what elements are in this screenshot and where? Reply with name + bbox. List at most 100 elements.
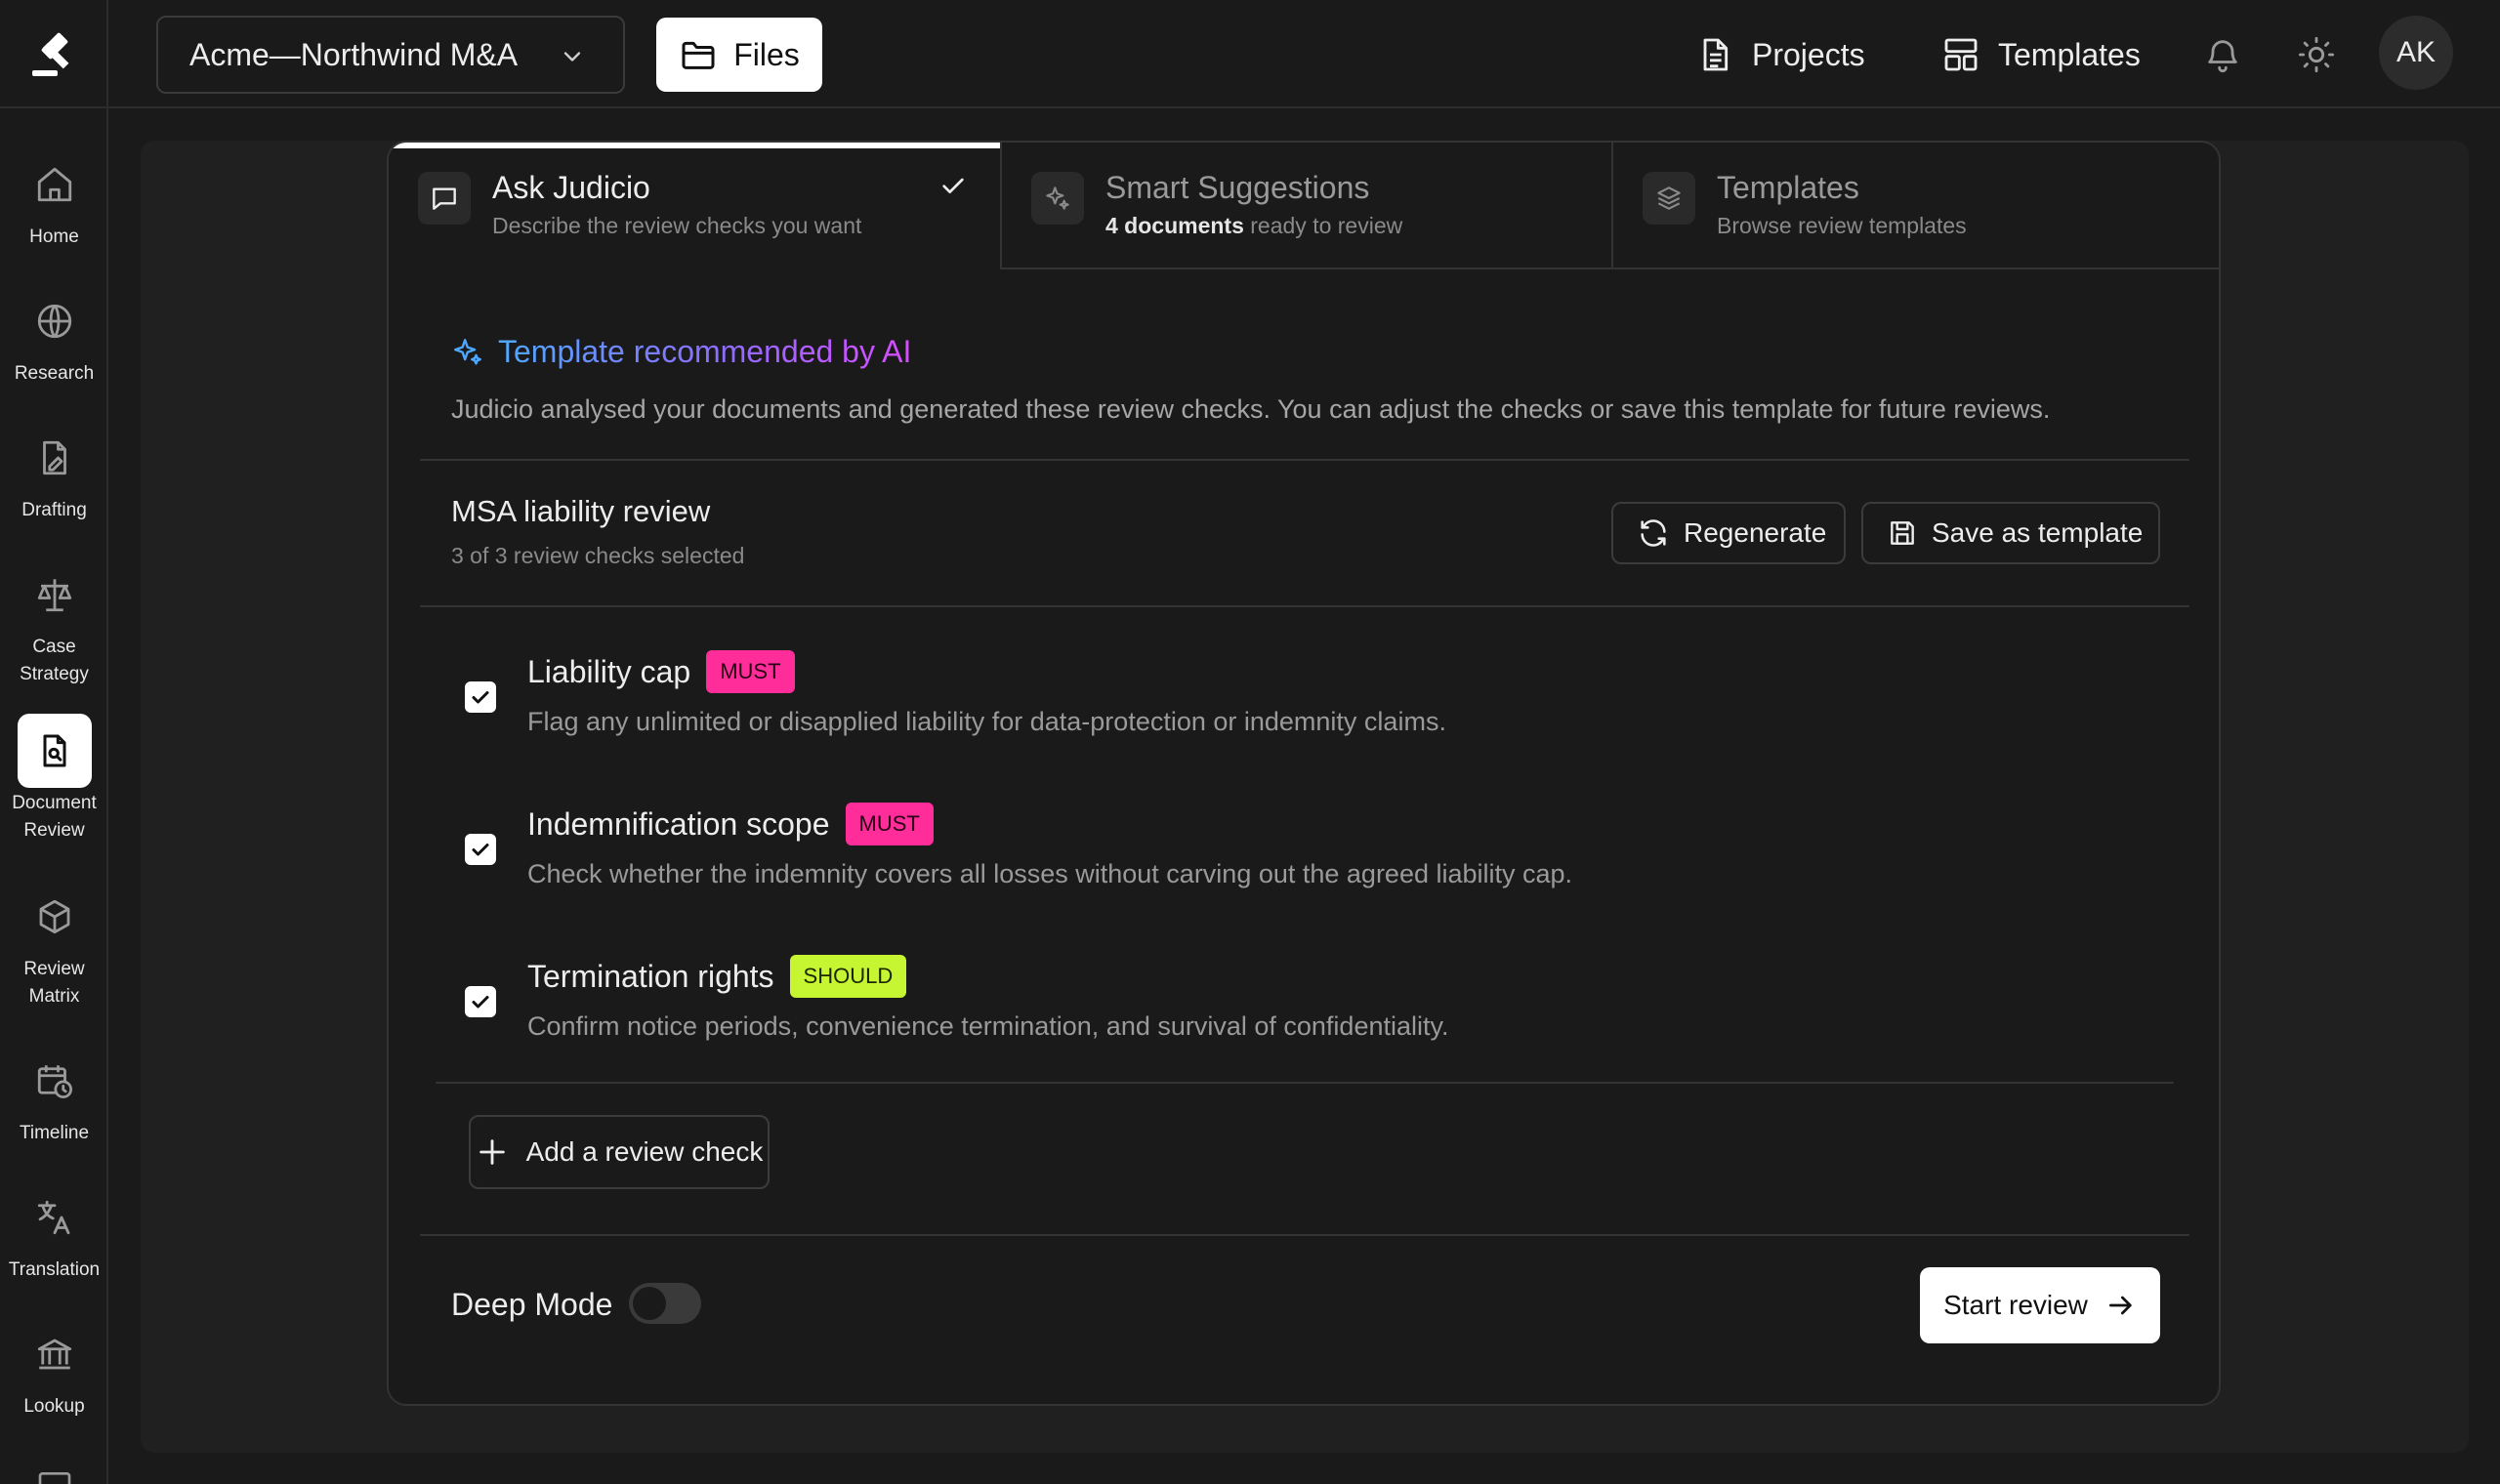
- regenerate-button[interactable]: Regenerate: [1611, 502, 1846, 564]
- bell-icon: [2208, 40, 2237, 72]
- files-button[interactable]: Files: [656, 18, 822, 92]
- toggle-knob: [633, 1287, 666, 1320]
- sidebar-item-lookup[interactable]: Lookup: [0, 1317, 108, 1421]
- tab-subtitle-rest: ready to review: [1243, 213, 1403, 238]
- document-count: 4 documents: [1105, 213, 1244, 238]
- plus-icon: [476, 1135, 509, 1169]
- check-checkbox[interactable]: [465, 834, 496, 865]
- sidebar-item-research[interactable]: Research: [0, 284, 108, 388]
- deep-mode-toggle[interactable]: [629, 1283, 701, 1324]
- review-selection-count: 3 of 3 review checks selected: [451, 543, 745, 568]
- divider: [420, 1234, 2189, 1236]
- sidebar-item-review-matrix[interactable]: Review Matrix: [0, 880, 108, 1010]
- theme-toggle-button[interactable]: [2297, 35, 2336, 74]
- sidebar-item-label: Home: [29, 227, 79, 247]
- checkmark-icon: [472, 996, 489, 1009]
- ai-sparkle-icon: [451, 336, 484, 369]
- ai-description: Judicio analysed your documents and gene…: [451, 394, 2051, 424]
- check-description: Flag any unlimited or disapplied liabili…: [527, 707, 1446, 736]
- ai-title-text: Template recommended by AI: [498, 334, 912, 369]
- cube-icon: [39, 899, 69, 934]
- avatar-initials: AK: [2396, 36, 2437, 68]
- check-title: Termination rights: [527, 958, 774, 994]
- deep-mode-label: Deep Mode: [451, 1287, 613, 1322]
- tab-templates[interactable]: Templates Browse review templates: [1611, 143, 2219, 269]
- sidebar-item-label: Case Strategy: [20, 637, 89, 684]
- calendar-clock-icon: [37, 1065, 72, 1099]
- priority-badge: MUST: [706, 650, 795, 693]
- tab-title: Smart Suggestions: [1105, 170, 1370, 205]
- check-title: Indemnification scope: [527, 805, 830, 842]
- check-icon: [938, 170, 969, 201]
- checkmark-icon: [472, 844, 489, 856]
- app-logo[interactable]: [0, 0, 108, 108]
- save-as-template-button[interactable]: Save as template: [1861, 502, 2160, 564]
- sun-icon: [2298, 36, 2335, 73]
- divider: [436, 1082, 2174, 1084]
- user-avatar[interactable]: AK: [2379, 16, 2453, 90]
- tab-title: Templates: [1717, 170, 1859, 205]
- sidebar-item-drafting[interactable]: Drafting: [0, 421, 108, 524]
- divider: [420, 459, 2189, 461]
- sidebar-item-timeline[interactable]: Timeline: [0, 1044, 108, 1147]
- tab-subtitle: 4 documents ready to review: [1105, 213, 1402, 239]
- check-description: Confirm notice periods, convenience term…: [527, 1011, 1449, 1041]
- bank-icon: [37, 1339, 71, 1370]
- sidebar-item-document-review[interactable]: Document Review: [0, 714, 108, 845]
- project-name: Acme—Northwind M&A: [189, 36, 519, 72]
- project-selector[interactable]: Acme—Northwind M&A: [156, 16, 625, 94]
- document-icon: [1695, 35, 1734, 74]
- check-checkbox[interactable]: [465, 681, 496, 713]
- top-bar: Acme—Northwind M&A Files Projects Templa…: [0, 0, 2500, 108]
- tab-subtitle: Browse review templates: [1717, 213, 1967, 238]
- folder-icon: [679, 35, 718, 74]
- document-search-icon: [43, 734, 65, 767]
- tab-subtitle: Describe the review checks you want: [492, 213, 862, 238]
- sidebar-item-more[interactable]: [35, 1465, 74, 1484]
- priority-badge: MUST: [845, 803, 934, 845]
- tab-title: Ask Judicio: [492, 170, 650, 205]
- start-review-button[interactable]: Start review: [1920, 1267, 2160, 1343]
- sidebar-item-translation[interactable]: Translation: [0, 1180, 108, 1284]
- globe-icon: [37, 304, 71, 339]
- sparkle-icon: [1031, 172, 1084, 225]
- chevron-down-icon: [559, 43, 586, 70]
- chat-bubble-icon: [418, 172, 471, 225]
- check-checkbox[interactable]: [465, 986, 496, 1017]
- save-template-label: Save as template: [1932, 517, 2144, 548]
- check-title: Liability cap: [527, 653, 691, 689]
- review-name: MSA liability review: [451, 494, 711, 528]
- notifications-button[interactable]: [2203, 35, 2242, 74]
- sidebar-item-label: Timeline: [19, 1123, 90, 1143]
- arrow-right-icon: [2105, 1290, 2137, 1321]
- sidebar-item-case-strategy[interactable]: Case Strategy: [0, 557, 108, 688]
- sidebar-item-label: Research: [14, 363, 95, 384]
- review-setup-card: Ask Judicio Describe the review checks y…: [387, 141, 2221, 1406]
- templates-label: Templates: [1998, 36, 2141, 72]
- save-icon: [1887, 517, 1918, 549]
- divider: [420, 605, 2189, 607]
- refresh-icon: [1637, 516, 1670, 550]
- layout-icon: [1941, 35, 1980, 74]
- files-label: Files: [733, 36, 800, 72]
- layers-icon: [1643, 172, 1695, 225]
- sidebar-item-label: Drafting: [21, 500, 87, 520]
- sidebar-item-label: Review Matrix: [23, 959, 85, 1007]
- tab-smart-suggestions[interactable]: Smart Suggestions 4 documents ready to r…: [1000, 143, 1611, 269]
- add-review-check-button[interactable]: Add a review check: [469, 1115, 770, 1189]
- sidebar-item-label: Lookup: [23, 1396, 85, 1417]
- check-description: Check whether the indemnity covers all l…: [527, 859, 1573, 888]
- projects-label: Projects: [1752, 36, 1865, 72]
- add-check-label: Add a review check: [525, 1136, 764, 1167]
- nav-templates[interactable]: Templates: [1941, 27, 2141, 82]
- nav-projects[interactable]: Projects: [1695, 27, 1865, 82]
- sidebar: Home Research Drafting Case Strategy Doc…: [0, 108, 108, 1484]
- tab-ask-judicio[interactable]: Ask Judicio Describe the review checks y…: [389, 143, 1000, 269]
- gavel-icon: [31, 32, 68, 76]
- document-pen-icon: [42, 440, 66, 475]
- checkmark-icon: [472, 691, 489, 704]
- sidebar-item-home[interactable]: Home: [0, 147, 108, 251]
- keyboard-icon: [38, 1472, 71, 1484]
- priority-badge: SHOULD: [789, 955, 907, 998]
- scales-icon: [37, 579, 71, 612]
